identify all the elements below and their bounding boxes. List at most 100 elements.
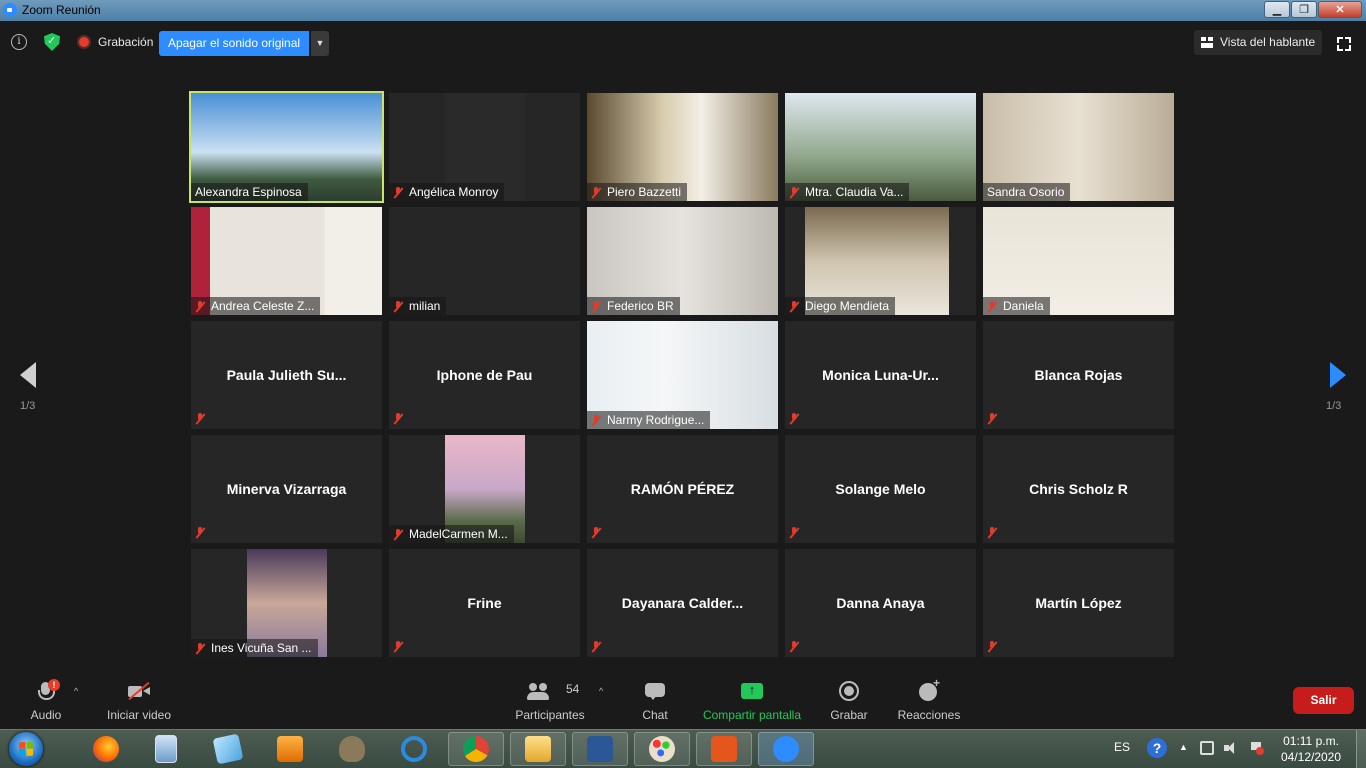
participant-name-label: Mtra. Claudia Va... (785, 183, 910, 201)
participant-tile[interactable]: RAMÓN PÉREZ (587, 435, 778, 543)
clock-date[interactable]: 04/12/2020 (1278, 750, 1344, 764)
participant-tile[interactable]: Angélica Monroy (389, 93, 580, 201)
participant-tile[interactable]: Federico BR (587, 207, 778, 315)
mic-muted-icon (195, 413, 205, 425)
participant-name-label: milian (389, 297, 447, 315)
minimize-button[interactable]: ▁ (1264, 1, 1290, 18)
participant-tile[interactable]: Alexandra Espinosa (189, 91, 384, 203)
audio-button[interactable]: Audio (20, 672, 72, 729)
mic-muted-icon (591, 641, 601, 653)
participant-name-label: Alexandra Espinosa (191, 183, 308, 201)
participant-name: Minerva Vizarraga (226, 481, 347, 497)
meeting-topbar: i Grabación Apagar el sonido original ▼ … (0, 21, 1366, 65)
participant-tile[interactable]: Solange Melo (785, 435, 976, 543)
participant-tile[interactable]: Narmy Rodrigue... (587, 321, 778, 429)
participants-button[interactable]: Participantes (512, 672, 588, 729)
participant-name: RAMÓN PÉREZ (630, 481, 735, 497)
next-page-arrow-icon[interactable] (1330, 362, 1346, 388)
original-sound-dropdown[interactable]: ▼ (311, 31, 329, 56)
participant-tile[interactable]: Paula Julieth Su... (191, 321, 382, 429)
original-sound-button[interactable]: Apagar el sonido original (159, 31, 309, 56)
participant-tile[interactable]: Daniela (983, 207, 1174, 315)
record-button[interactable]: Grabar (824, 672, 874, 729)
participants-label: Participantes (515, 708, 585, 722)
participant-tile[interactable]: Ines Vicuña San ... (191, 549, 382, 657)
chat-button[interactable]: Chat (630, 672, 680, 729)
participant-name: Andrea Celeste Z... (211, 299, 315, 313)
gallery-grid-icon (1201, 37, 1213, 48)
help-icon[interactable]: ? (1147, 738, 1167, 758)
media-player-taskbar-icon[interactable] (262, 732, 318, 766)
share-screen-button[interactable]: Compartir pantalla (700, 672, 804, 729)
fullscreen-icon[interactable] (1337, 37, 1351, 51)
participant-name-label: Daniela (983, 297, 1050, 315)
security-shield-icon[interactable] (44, 33, 60, 51)
mic-muted-icon (393, 186, 403, 199)
participant-name: Alexandra Espinosa (195, 185, 302, 199)
firefox-taskbar-icon[interactable] (78, 732, 134, 766)
mic-muted-icon (987, 527, 997, 539)
volume-icon[interactable] (1224, 741, 1238, 755)
participant-tile[interactable]: Iphone de Pau (389, 321, 580, 429)
participant-tile[interactable]: Dayanara Calder... (587, 549, 778, 657)
reactions-emoji-icon (918, 676, 940, 702)
participant-tile[interactable]: Chris Scholz R (983, 435, 1174, 543)
participant-tile[interactable]: Frine (389, 549, 580, 657)
participant-tile[interactable]: Diego Mendieta (785, 207, 976, 315)
start-button-icon[interactable] (9, 732, 43, 766)
participant-tile[interactable]: Monica Luna-Ur... (785, 321, 976, 429)
mic-muted-icon (393, 528, 403, 541)
participant-tile[interactable]: MadelCarmen M... (389, 435, 580, 543)
participant-tile[interactable]: Blanca Rojas (983, 321, 1174, 429)
participant-name: Piero Bazzetti (607, 185, 682, 199)
show-desktop-button[interactable] (1356, 730, 1366, 768)
zoom-taskbar-icon[interactable] (758, 732, 814, 766)
language-indicator[interactable]: ES (1114, 740, 1130, 754)
participants-options-caret-icon[interactable]: ^ (599, 686, 603, 696)
start-video-button[interactable]: Iniciar video (104, 672, 174, 729)
speaker-view-button[interactable]: Vista del hablante (1194, 30, 1322, 55)
tray-expand-icon[interactable]: ▲ (1179, 742, 1188, 752)
leave-meeting-button[interactable]: Salir (1293, 687, 1354, 714)
previous-page-arrow-icon[interactable] (20, 362, 36, 388)
share-screen-icon (741, 680, 763, 702)
participant-tile[interactable]: milian (389, 207, 580, 315)
start-video-label: Iniciar video (106, 708, 172, 722)
close-button[interactable]: ✕ (1318, 1, 1362, 18)
calculator-taskbar-icon[interactable] (138, 732, 194, 766)
participant-name: Sandra Osorio (987, 185, 1065, 199)
action-center-flag-icon[interactable] (1250, 741, 1264, 755)
mic-muted-icon (393, 300, 403, 313)
participant-tile[interactable]: Andrea Celeste Z... (191, 207, 382, 315)
reactions-button[interactable]: Reacciones (896, 672, 962, 729)
participant-name: Frine (467, 595, 502, 611)
participant-tile[interactable]: Sandra Osorio (983, 93, 1174, 201)
participant-name: Martín López (1035, 595, 1122, 611)
participant-tile[interactable]: Martín López (983, 549, 1174, 657)
network-icon[interactable] (1200, 741, 1214, 755)
info-icon[interactable]: i (11, 34, 27, 50)
participant-tile[interactable]: Piero Bazzetti (587, 93, 778, 201)
mic-muted-icon (195, 300, 205, 313)
file-explorer-taskbar-icon[interactable] (510, 732, 566, 766)
recording-label[interactable]: Grabación (98, 35, 153, 49)
internet-explorer-taskbar-icon[interactable] (386, 732, 442, 766)
notes-taskbar-icon[interactable] (200, 732, 256, 766)
participant-name: Iphone de Pau (436, 367, 533, 383)
gimp-taskbar-icon[interactable] (324, 732, 380, 766)
clock-time[interactable]: 01:11 p.m. (1278, 734, 1344, 748)
audio-options-caret-icon[interactable]: ^ (74, 686, 78, 696)
participant-name-label: Angélica Monroy (389, 183, 505, 201)
window-titlebar: Zoom Reunión ▁ ❐ ✕ (0, 0, 1366, 21)
chrome-taskbar-icon[interactable] (448, 732, 504, 766)
mic-muted-icon (987, 300, 997, 313)
participant-tile[interactable]: Mtra. Claudia Va... (785, 93, 976, 201)
participant-tile[interactable]: Danna Anaya (785, 549, 976, 657)
pdf-taskbar-icon[interactable] (696, 732, 752, 766)
restore-button[interactable]: ❐ (1291, 1, 1317, 18)
mic-muted-icon (987, 641, 997, 653)
mic-muted-icon (591, 300, 601, 313)
word-taskbar-icon[interactable] (572, 732, 628, 766)
participant-tile[interactable]: Minerva Vizarraga (191, 435, 382, 543)
paint-taskbar-icon[interactable] (634, 732, 690, 766)
